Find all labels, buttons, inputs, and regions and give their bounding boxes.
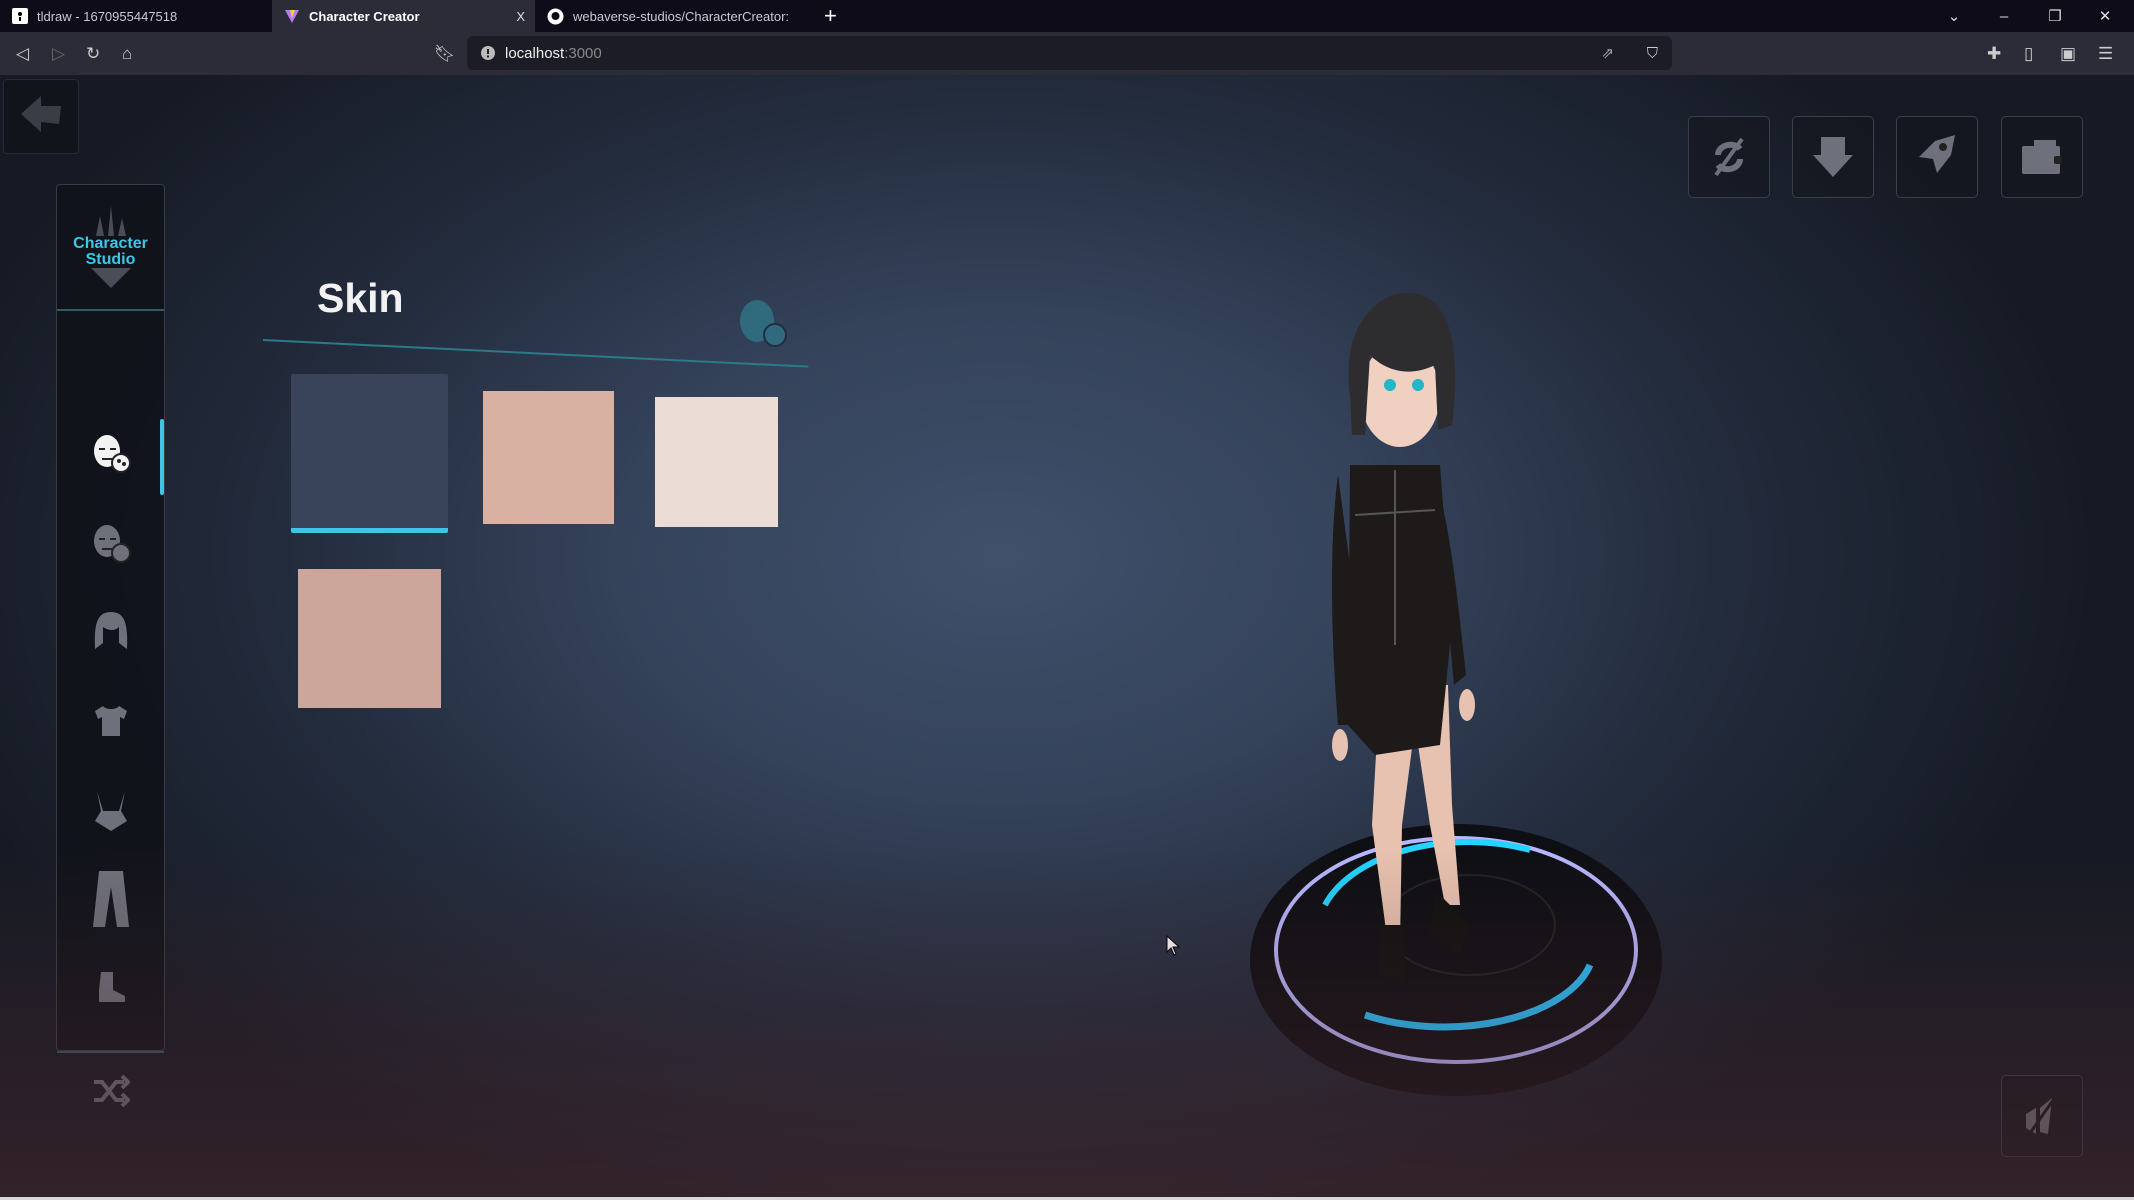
- home-icon[interactable]: ⌂: [122, 32, 132, 75]
- logo-base-icon: [90, 268, 131, 288]
- github-icon: [547, 8, 564, 25]
- url-port: :3000: [564, 44, 602, 62]
- pants-icon: [93, 871, 129, 927]
- restore-button[interactable]: ❐: [2035, 0, 2075, 32]
- info-icon: [481, 46, 495, 60]
- sidebar-toggle-icon[interactable]: ▯: [2024, 32, 2033, 75]
- close-tab-button[interactable]: X: [516, 9, 525, 24]
- active-indicator: [160, 419, 164, 495]
- vite-icon: [284, 8, 300, 24]
- boot-icon: [99, 972, 125, 1002]
- shirt-icon: [95, 706, 127, 736]
- bookmark-icon[interactable]: 🔖︎: [434, 32, 456, 75]
- tab-github[interactable]: webaverse-studios/CharacterCreator:: [535, 0, 800, 32]
- browser-tab-bar: tldraw - 1670955447518 Character Creator…: [0, 0, 2134, 32]
- sidebar-item-pants[interactable]: [85, 871, 137, 927]
- arrow-left-icon: [19, 94, 63, 139]
- category-sidebar: Character Studio: [56, 184, 165, 1108]
- address-toolbar: ◁ ▷ ↻ ⌂ 🔖︎ localhost:3000 ⇗ ⛉ ✚ ▯ ▣ ☰: [0, 32, 2134, 75]
- tab-title: webaverse-studios/CharacterCreator:: [573, 8, 790, 24]
- close-window-button[interactable]: ✕: [2085, 0, 2125, 32]
- sidebar-item-hair[interactable]: [85, 605, 137, 657]
- hair-icon: [94, 612, 128, 649]
- tldraw-icon: [12, 8, 28, 24]
- character-studio-logo: Character Studio: [57, 185, 164, 311]
- character-studio-canvas[interactable]: Character Studio Skin: [0, 75, 2134, 1197]
- logo-tower-icon: [95, 206, 126, 236]
- sync-icon: [1714, 137, 1744, 177]
- skin-tile[interactable]: [483, 391, 614, 524]
- sidebar-item-shirt[interactable]: [85, 695, 137, 747]
- logo-text-line1: Character: [73, 235, 148, 252]
- wallet-icon: [2022, 140, 2062, 174]
- torso-icon: [95, 791, 127, 831]
- sidebar-item-face[interactable]: [85, 517, 137, 569]
- sound-mute-icon: [2026, 1095, 2058, 1137]
- sidebar-divider: [57, 1051, 164, 1053]
- character-avatar-3d: [1250, 292, 1662, 1096]
- tab-title: Character Creator: [309, 8, 420, 24]
- platform: [1250, 824, 1662, 1096]
- skin-tile[interactable]: [298, 569, 441, 708]
- sidebar-item-torso[interactable]: [85, 785, 137, 837]
- url-host: localhost: [505, 44, 565, 62]
- skin-tile[interactable]: [655, 397, 778, 527]
- character-figure: [1332, 292, 1475, 980]
- section-divider: [262, 339, 809, 368]
- mouse-cursor-icon: [1166, 935, 1181, 956]
- minimize-button[interactable]: –: [1984, 0, 2024, 32]
- section-title: Skin: [317, 275, 404, 321]
- skin-header-icon: [733, 295, 789, 356]
- menu-icon[interactable]: ☰: [2098, 32, 2113, 75]
- download-button[interactable]: [1792, 116, 1874, 198]
- forward-nav-icon[interactable]: ▷: [52, 32, 65, 75]
- wallet-browser-icon[interactable]: ▣: [2060, 32, 2076, 75]
- wallet-button[interactable]: [2001, 116, 2083, 198]
- tab-tldraw[interactable]: tldraw - 1670955447518: [0, 0, 272, 32]
- extensions-icon[interactable]: ✚: [1987, 32, 2001, 75]
- mute-button[interactable]: [2001, 1075, 2083, 1157]
- skin-tile-selected[interactable]: [291, 374, 448, 533]
- download-icon: [1813, 137, 1853, 177]
- share-icon[interactable]: ⇗: [1601, 44, 1614, 62]
- tab-character-creator[interactable]: Character Creator X: [272, 0, 535, 32]
- face-palette-icon: [94, 435, 131, 473]
- rocket-icon: [1919, 135, 1955, 173]
- back-nav-icon[interactable]: ◁: [16, 32, 29, 75]
- tab-title: tldraw - 1670955447518: [37, 8, 178, 24]
- back-button[interactable]: [3, 79, 79, 154]
- new-tab-button[interactable]: +: [812, 0, 842, 32]
- sidebar-item-shoes[interactable]: [85, 962, 137, 1014]
- url-field[interactable]: localhost:3000 ⇗ ⛉: [467, 36, 1672, 70]
- reload-icon[interactable]: ↻: [86, 32, 100, 75]
- mint-button[interactable]: [1896, 116, 1978, 198]
- brave-shield-icon[interactable]: ⛉: [1647, 45, 1658, 62]
- logo-text-line2: Studio: [85, 251, 136, 268]
- tab-search-icon[interactable]: ⌄: [1934, 0, 1974, 32]
- face-palette-icon: [94, 525, 131, 563]
- shuffle-button[interactable]: [85, 1065, 137, 1117]
- shuffle-icon: [94, 1074, 130, 1108]
- sidebar-item-skin[interactable]: [85, 427, 137, 479]
- sync-button[interactable]: [1688, 116, 1770, 198]
